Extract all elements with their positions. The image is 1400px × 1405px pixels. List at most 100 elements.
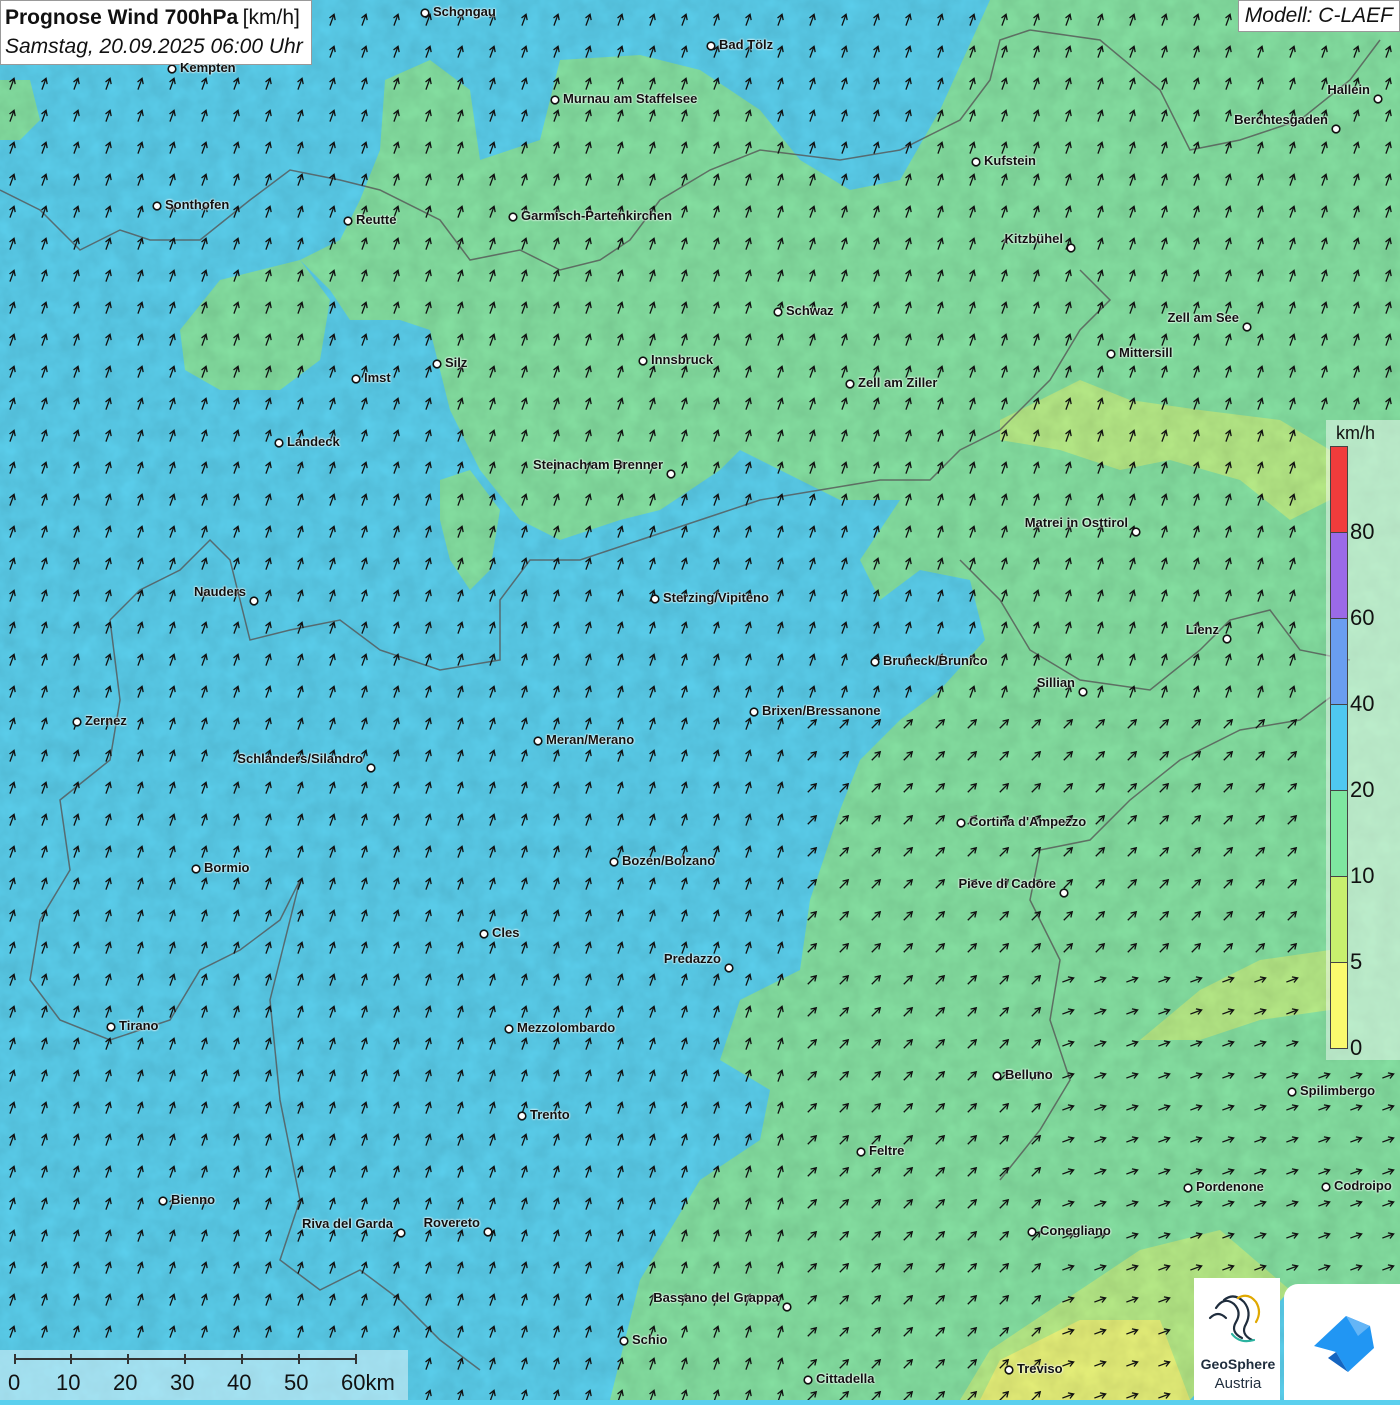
city-label: Trento: [530, 1107, 570, 1122]
city-label: Murnau am Staffelsee: [563, 91, 698, 106]
city-label: Kufstein: [984, 153, 1036, 168]
legend-tick-label: 60: [1350, 605, 1375, 630]
city-label: Spilimbergo: [1300, 1083, 1376, 1098]
legend-unit: km/h: [1336, 423, 1376, 443]
city-marker: [191, 864, 201, 874]
city-marker: [803, 1375, 813, 1385]
city-marker: [533, 736, 543, 746]
city-label: Zell am See: [1167, 310, 1239, 325]
city-marker: [1183, 1183, 1193, 1193]
city-label: Belluno: [1005, 1067, 1053, 1082]
city-label: Brixen/Bressanone: [762, 703, 881, 718]
city-label: Zell am Ziller: [858, 375, 938, 390]
city-marker: [366, 763, 376, 773]
legend-swatch: [1330, 446, 1348, 533]
city-label: Schongau: [433, 4, 496, 19]
city-marker: [351, 374, 361, 384]
city-marker: [396, 1228, 406, 1238]
city-marker: [249, 596, 259, 606]
city-label: Kempten: [180, 60, 236, 75]
city-marker: [724, 963, 734, 973]
scale-label: 10: [56, 1370, 81, 1395]
legend-tick-label: 5: [1350, 949, 1363, 974]
city-marker: [517, 1111, 527, 1121]
city-label: Reutte: [356, 212, 397, 227]
city-marker: [106, 1022, 116, 1032]
city-label: Landeck: [287, 434, 340, 449]
scale-tick: [14, 1354, 16, 1364]
city-label: Sterzing/Vipiteno: [663, 590, 769, 605]
city-label: Sillian: [1036, 675, 1075, 690]
city-label: Mittersill: [1119, 345, 1173, 360]
city-marker: [1242, 322, 1252, 332]
city-marker: [158, 1196, 168, 1206]
legend-tick-label: 0: [1350, 1035, 1363, 1060]
city-marker: [992, 1071, 1002, 1081]
scale-label: 0: [8, 1370, 21, 1395]
city-label: Cittadella: [816, 1371, 875, 1386]
map-title-unit: [km/h]: [242, 6, 300, 29]
city-marker: [479, 929, 489, 939]
scale-tick: [184, 1354, 186, 1364]
city-label: Schwaz: [786, 303, 834, 318]
city-label: Garmisch-Partenkirchen: [521, 208, 673, 223]
city-label: Silz: [445, 355, 468, 370]
city-label: Bienno: [171, 1192, 216, 1207]
legend-swatch: [1330, 790, 1348, 877]
city-marker: [343, 216, 353, 226]
map-title: Prognose Wind 700hPa: [5, 6, 239, 29]
scale-tick: [298, 1354, 300, 1364]
city-label: Bruneck/Brunico: [883, 653, 988, 668]
city-label: Conegliano: [1040, 1223, 1111, 1238]
model-label: Modell: C-LAEF: [1237, 0, 1400, 32]
city-marker: [1321, 1182, 1331, 1192]
city-marker: [749, 707, 759, 717]
city-marker: [1059, 888, 1069, 898]
city-label: Riva del Garda: [301, 1216, 393, 1231]
city-label: Bad Tölz: [719, 37, 774, 52]
legend-swatch: [1330, 618, 1348, 705]
city-label: Hallein: [1327, 82, 1370, 97]
city-label: Codroipo: [1334, 1178, 1392, 1193]
city-label: Treviso: [1017, 1361, 1063, 1376]
scale-tick: [355, 1354, 357, 1364]
city-marker: [508, 212, 518, 222]
city-label: Nauders: [193, 584, 246, 599]
city-marker: [650, 594, 660, 604]
weather-app-logo[interactable]: [1284, 1284, 1400, 1400]
city-marker: [1222, 634, 1232, 644]
city-label: Innsbruck: [651, 352, 714, 367]
city-marker: [666, 469, 676, 479]
city-marker: [619, 1336, 629, 1346]
city-marker: [870, 657, 880, 667]
city-label: Zernez: [85, 713, 127, 728]
city-marker: [432, 359, 442, 369]
geosphere-emblem-icon: [1208, 1294, 1261, 1343]
city-label: Sonthofen: [165, 197, 230, 212]
scale-label: 50: [284, 1370, 309, 1395]
city-label: Feltre: [869, 1143, 905, 1158]
city-label: Mezzolombardo: [517, 1020, 616, 1035]
scale-tick: [241, 1354, 243, 1364]
forecast-datetime: Samstag, 20.09.2025 06:00 Uhr: [5, 35, 303, 58]
city-label: Schio: [632, 1332, 668, 1347]
city-marker: [856, 1147, 866, 1157]
scale-tick: [70, 1354, 72, 1364]
scale-label: 20: [113, 1370, 138, 1395]
city-label: Bozen/Bolzano: [622, 853, 716, 868]
city-label: Predazzo: [663, 951, 721, 966]
scale-label: 60km: [341, 1370, 395, 1395]
city-marker: [1078, 687, 1088, 697]
city-label: Pieve di Cadore: [958, 876, 1056, 891]
app-arrow-icon: [1314, 1316, 1374, 1372]
geosphere-logo-sub: Austria: [1214, 1375, 1262, 1392]
city-marker: [956, 818, 966, 828]
city-label: Berchtesgaden: [1234, 112, 1328, 127]
legend-swatch: [1330, 532, 1348, 619]
city-label: Rovereto: [423, 1215, 480, 1230]
legend-tick-label: 40: [1350, 691, 1375, 716]
city-marker: [1106, 349, 1116, 359]
city-label: Steinach am Brenner: [532, 457, 663, 472]
city-marker: [152, 201, 162, 211]
city-marker: [1331, 124, 1341, 134]
